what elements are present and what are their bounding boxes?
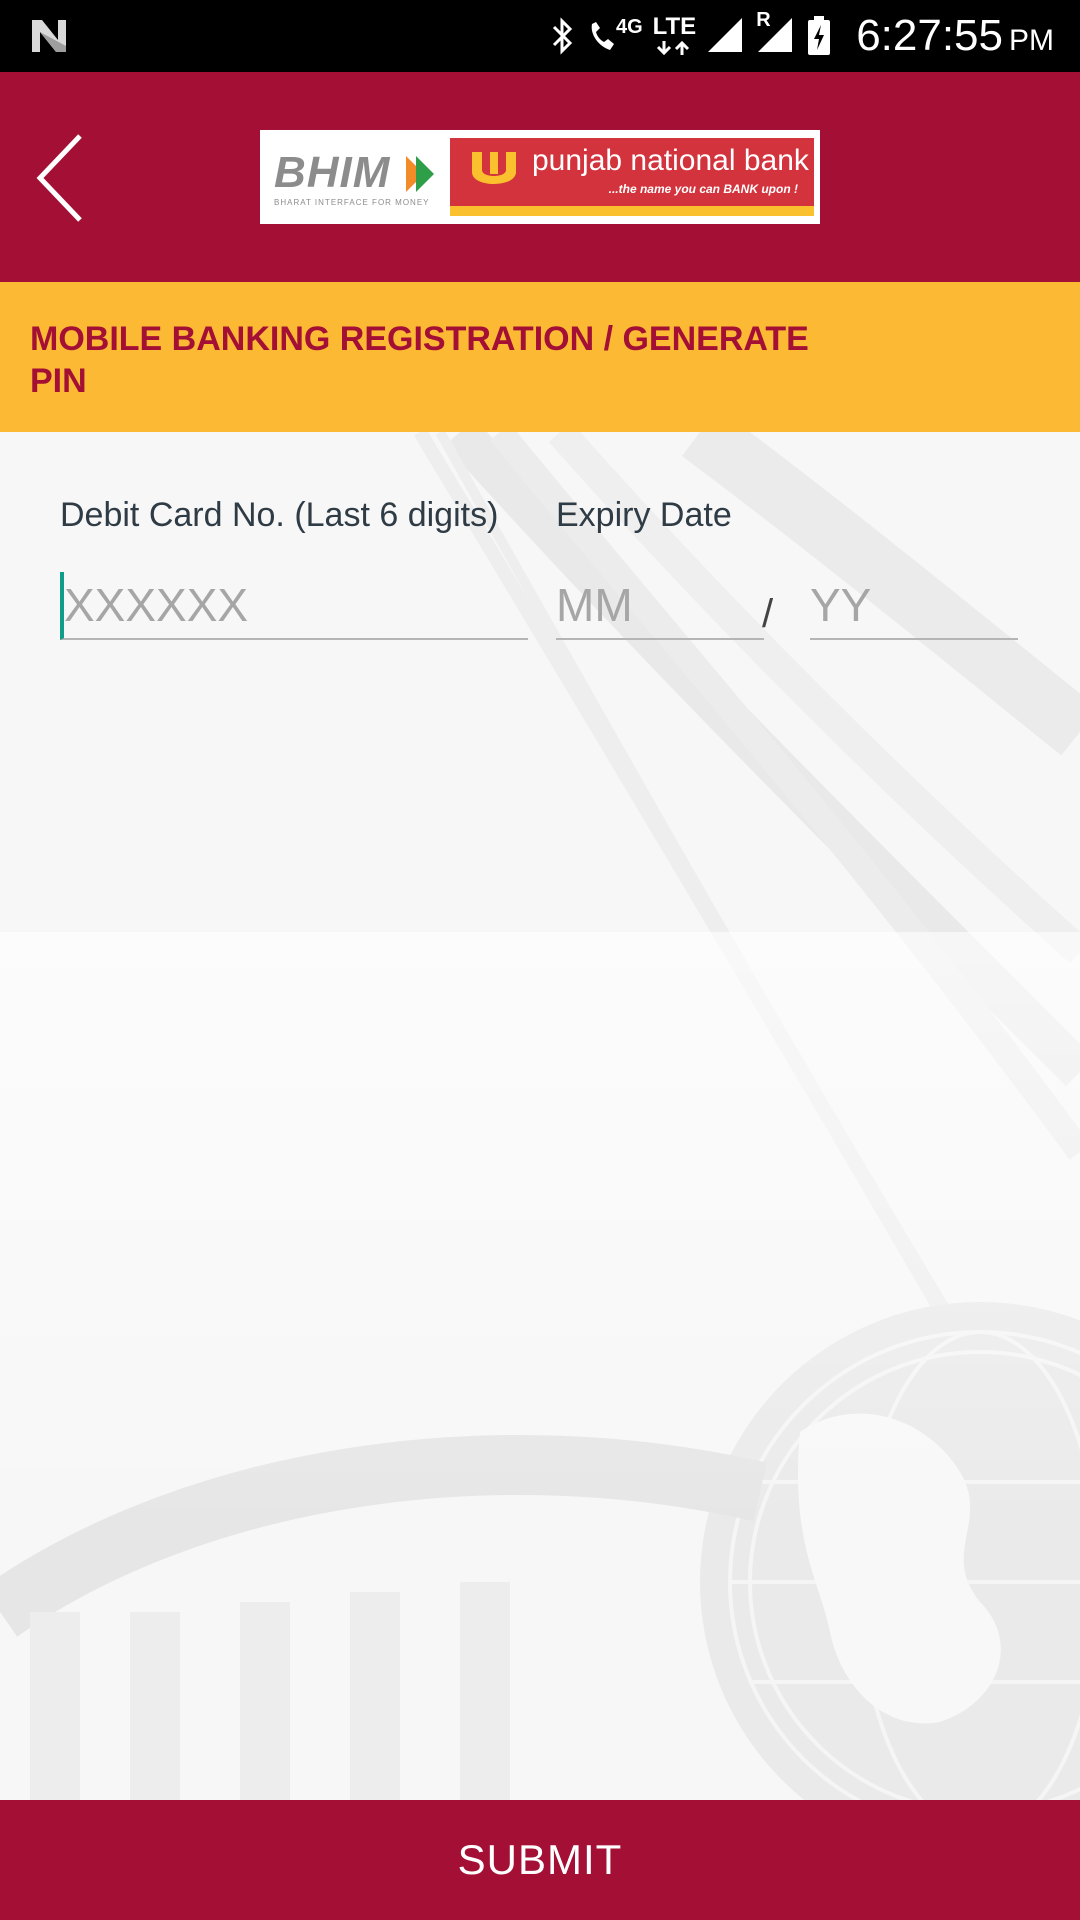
network-4g-label: 4G xyxy=(615,16,643,38)
roaming-signal-icon: R xyxy=(756,10,796,56)
back-arrow-icon xyxy=(36,134,82,222)
network-lte-label: LTE xyxy=(652,13,697,40)
pnb-logo: punjab national bank ...the name you can… xyxy=(450,138,814,216)
page-title: MOBILE BANKING REGISTRATION / GENERATE P… xyxy=(30,320,809,400)
bank-logo-banner: BHIM BHARAT INTERFACE FOR MONEY punjab n… xyxy=(260,130,820,224)
debit-card-label: Debit Card No. (Last 6 digits) xyxy=(60,496,499,534)
expiry-month-input[interactable] xyxy=(556,572,764,640)
time-text: 6:27:55 xyxy=(856,11,1003,60)
expiry-separator: / xyxy=(762,592,774,636)
bhim-logo-text: BHIM xyxy=(274,148,391,197)
submit-button[interactable]: SUBMIT xyxy=(0,1800,1080,1920)
status-time: 6:27:55 PM xyxy=(856,11,1054,61)
bluetooth-icon xyxy=(550,16,576,56)
wifi-calling-icon: 4G xyxy=(586,16,643,56)
expiry-year-input[interactable] xyxy=(810,572,1018,640)
app-header: BHIM BHARAT INTERFACE FOR MONEY punjab n… xyxy=(0,72,1080,282)
bhim-arrow-icon xyxy=(406,156,434,192)
time-ampm: PM xyxy=(1009,24,1054,57)
expiry-date-label: Expiry Date xyxy=(556,496,732,534)
battery-charging-icon xyxy=(806,15,832,57)
bank-tagline: ...the name you can BANK upon ! xyxy=(608,182,798,196)
status-icons: 4G LTE R 6:27:55 PM xyxy=(550,0,1080,72)
bank-name: punjab national bank xyxy=(532,144,809,177)
form-content: Debit Card No. (Last 6 digits) Expiry Da… xyxy=(0,432,1080,1800)
pnb-stripe xyxy=(450,206,814,216)
title-band: MOBILE BANKING REGISTRATION / GENERATE P… xyxy=(0,282,1080,432)
back-button[interactable] xyxy=(30,128,100,228)
debit-card-input[interactable] xyxy=(60,572,528,640)
screen: 4G LTE R 6:27:55 PM BHIM BHARAT INTERFAC… xyxy=(0,0,1080,1920)
bhim-tagline: BHARAT INTERFACE FOR MONEY xyxy=(274,198,430,207)
notification-n-icon xyxy=(28,16,70,61)
lte-icon: LTE xyxy=(652,13,697,57)
status-bar: 4G LTE R 6:27:55 PM xyxy=(0,0,1080,72)
roaming-label: R xyxy=(756,9,771,31)
bhim-logo: BHIM BHARAT INTERFACE FOR MONEY xyxy=(272,140,442,214)
signal-strength-icon xyxy=(706,16,746,56)
pnb-emblem-icon xyxy=(472,152,516,184)
